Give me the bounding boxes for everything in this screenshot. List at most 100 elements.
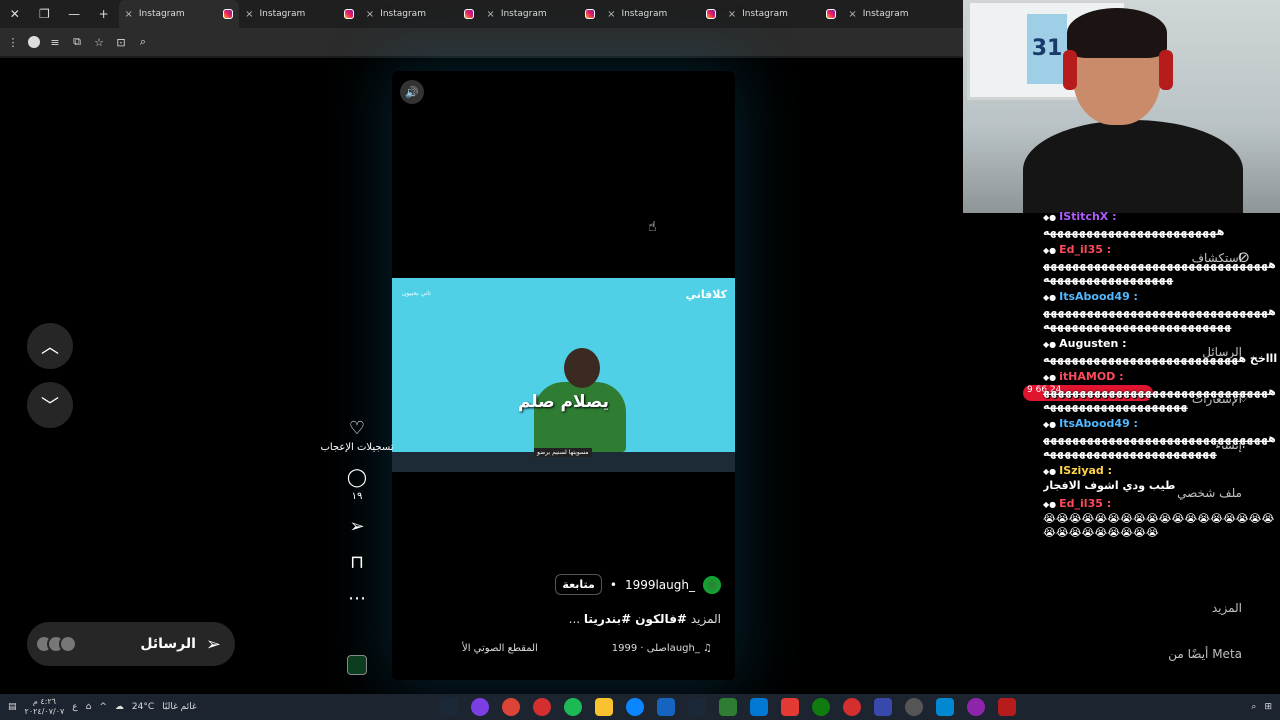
close-window-icon[interactable]: ✕: [0, 0, 30, 28]
settings-icon[interactable]: [905, 698, 923, 716]
share-icon[interactable]: ➢: [349, 516, 364, 538]
browser-tab[interactable]: × Instagram: [601, 0, 722, 28]
bookmark-star-icon[interactable]: ☆: [92, 36, 106, 49]
store-icon[interactable]: [781, 698, 799, 716]
comments-count: ١٩: [351, 491, 363, 502]
tab-close-icon[interactable]: ×: [486, 9, 494, 20]
next-reel-button[interactable]: ﹀: [27, 382, 73, 428]
video-subtitle: مسويتها لسنيم برضو: [534, 448, 592, 457]
edge-icon[interactable]: [626, 698, 644, 716]
chat-username[interactable]: IStitchX :: [1059, 210, 1116, 223]
new-tab-button[interactable]: +: [89, 0, 119, 28]
app-icon[interactable]: [843, 698, 861, 716]
previous-reel-button[interactable]: ︿: [27, 323, 73, 369]
tab-title: Instagram: [380, 9, 426, 19]
taskbar-clock[interactable]: ٤:٢٦ م ٢٠٢٤/٠٧/٠٧: [25, 697, 65, 717]
comment-action[interactable]: ◯ ١٩: [347, 467, 367, 502]
cam-jersey-poster: 31: [1027, 14, 1067, 84]
steam-icon[interactable]: [440, 698, 458, 716]
zoom-icon[interactable]: ⌕: [136, 35, 150, 49]
chat-username[interactable]: Augusten :: [1059, 337, 1126, 350]
start-windows-icon[interactable]: ⊞: [1264, 702, 1272, 712]
tab-close-icon[interactable]: ×: [125, 9, 133, 20]
chat-message: ◆● ItsAbood49 : هههههههههههههههههههههههههه…: [1043, 290, 1280, 333]
reel-player[interactable]: 🔊 تاني بحبيون كلافاني يصلام صلم مسويتها …: [392, 71, 735, 680]
app-icon[interactable]: [998, 698, 1016, 716]
chat-username[interactable]: itHAMOD :: [1059, 370, 1123, 383]
profile-avatar[interactable]: [28, 36, 40, 48]
weather-temp[interactable]: 24°C: [132, 702, 154, 712]
browser-tab[interactable]: × Instagram: [360, 0, 481, 28]
chat-text: ههههههههههههههههههههههههه: [1043, 225, 1225, 238]
browser-tab[interactable]: × Instagram: [842, 0, 963, 28]
follow-button[interactable]: متابعة: [555, 574, 602, 595]
tab-close-icon[interactable]: ×: [848, 9, 856, 20]
menu-kebab-icon[interactable]: ⋮: [6, 36, 20, 49]
chrome-icon[interactable]: [502, 698, 520, 716]
chat-badges-icon: ◆●: [1043, 213, 1057, 222]
browser-tab[interactable]: × Instagram: [480, 0, 601, 28]
chat-badges-icon: ◆●: [1043, 420, 1057, 429]
more-dots-icon[interactable]: ⋯: [348, 588, 366, 610]
app-icon[interactable]: [874, 698, 892, 716]
media-controls-icon[interactable]: ≡: [48, 36, 62, 49]
reel-video-frame[interactable]: تاني بحبيون كلافاني يصلام صلم مسويتها لس…: [392, 278, 735, 472]
save-action[interactable]: ⊓: [350, 552, 364, 574]
chat-badges-icon: ◆●: [1043, 500, 1057, 509]
search-icon[interactable]: ⌕: [1251, 702, 1256, 712]
chat-username[interactable]: Ed_il35 :: [1059, 497, 1111, 510]
network-icon[interactable]: ⌂: [86, 702, 92, 712]
more-action[interactable]: ⋯: [348, 588, 366, 610]
author-username[interactable]: 1999laugh_: [625, 578, 695, 592]
chevron-down-icon: ﹀: [41, 396, 59, 417]
messages-pill-button[interactable]: الرسائل ➢: [27, 622, 235, 666]
copilot-icon[interactable]: [967, 698, 985, 716]
chat-username[interactable]: ItsAbood49 :: [1059, 417, 1138, 430]
mouse-cursor-icon: ☝: [648, 219, 657, 235]
browser-tab-strip: ✕ ❐ — + × Instagram × Instagram × Instag…: [0, 0, 963, 28]
browser-tab[interactable]: × Instagram: [239, 0, 360, 28]
extensions-icon[interactable]: ⧉: [70, 35, 84, 49]
windows-taskbar: ▤ ٤:٢٦ م ٢٠٢٤/٠٧/٠٧ ع ⌂ ^ ☁ 24°C غائم غا…: [0, 694, 1280, 720]
steam-icon[interactable]: [688, 698, 706, 716]
bookmark-icon[interactable]: ⊓: [350, 552, 364, 574]
comment-icon[interactable]: ◯: [347, 467, 367, 489]
volume-toggle-button[interactable]: 🔊: [400, 80, 424, 104]
audio-thumbnail[interactable]: [347, 655, 367, 675]
chat-username[interactable]: Ed_il35 :: [1059, 243, 1111, 256]
outlook-icon[interactable]: [750, 698, 768, 716]
tab-close-icon[interactable]: ×: [607, 9, 615, 20]
minecraft-icon[interactable]: [719, 698, 737, 716]
audio-track-label[interactable]: المقطع الصوتي الأ: [462, 643, 538, 654]
app-icon[interactable]: [936, 698, 954, 716]
chat-username[interactable]: ISziyad :: [1059, 464, 1112, 477]
heart-icon[interactable]: ♡: [349, 418, 365, 440]
obs-icon[interactable]: [533, 698, 551, 716]
caption-hashtags[interactable]: #فالكون #بندريتا: [584, 612, 687, 626]
tray-overflow-icon[interactable]: ^: [99, 702, 107, 712]
tab-close-icon[interactable]: ×: [245, 9, 253, 20]
spotify-icon[interactable]: [564, 698, 582, 716]
xbox-icon[interactable]: [812, 698, 830, 716]
share-action[interactable]: ➢: [349, 516, 364, 538]
file-explorer-icon[interactable]: [595, 698, 613, 716]
tab-close-icon[interactable]: ×: [366, 9, 374, 20]
author-avatar[interactable]: [703, 575, 721, 594]
browser-tab[interactable]: × Instagram: [722, 0, 843, 28]
cam-person-body: [1023, 120, 1243, 213]
minimize-window-icon[interactable]: —: [59, 0, 89, 28]
browser-tab[interactable]: × Instagram: [118, 0, 240, 28]
like-action[interactable]: ♡ تسجيلات الإعجاب: [320, 418, 393, 453]
install-app-icon[interactable]: ⊡: [114, 36, 128, 49]
notification-icon[interactable]: ▤: [8, 702, 17, 712]
audio-author-label[interactable]: صلى · 1999laugh_ ♫: [612, 643, 712, 654]
weather-text[interactable]: غائم غالبًا: [162, 702, 196, 712]
discord-icon[interactable]: [471, 698, 489, 716]
tab-close-icon[interactable]: ×: [728, 9, 736, 20]
chat-username[interactable]: ItsAbood49 :: [1059, 290, 1138, 303]
app-icon[interactable]: [657, 698, 675, 716]
reel-audio-row[interactable]: المقطع الصوتي الأ صلى · 1999laugh_ ♫: [462, 643, 712, 654]
input-language[interactable]: ع: [72, 702, 77, 712]
restore-window-icon[interactable]: ❐: [30, 0, 60, 28]
chat-text: اااخخ هههههههههههههههههههههههههههه: [1043, 352, 1278, 365]
